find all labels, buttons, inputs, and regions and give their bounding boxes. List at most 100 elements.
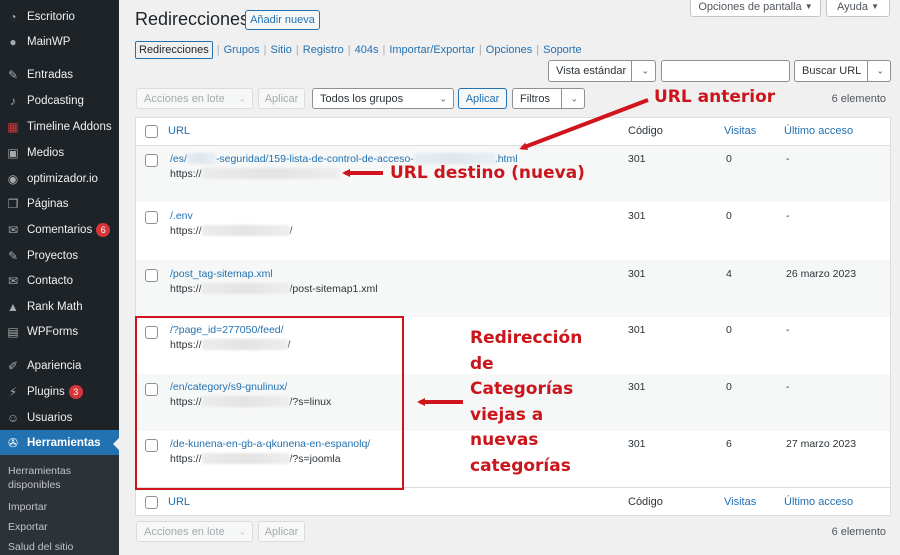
nav-404s[interactable]: 404s (355, 44, 379, 56)
chevron-down-icon: ⌄ (238, 93, 246, 103)
col-hits-footer[interactable]: Visitas (724, 496, 756, 508)
col-hits[interactable]: Visitas (724, 125, 756, 137)
row-checkbox[interactable] (145, 269, 158, 282)
row-hits: 0 (726, 324, 732, 336)
sidebar-item-optimizador[interactable]: ◉ optimizador.io (0, 166, 119, 192)
add-new-button[interactable]: Añadir nueva (245, 10, 320, 30)
target-url: https:/// (170, 225, 293, 237)
filters-button[interactable]: Filtros ⌄ (512, 88, 585, 109)
items-count: 6 elemento (831, 93, 886, 105)
admin-sidebar: ◔ Escritorio ● MainWP ✎ Entradas ♪ Podcastin… (0, 0, 119, 555)
sidebar-item-paginas[interactable]: ❐ Páginas (0, 191, 119, 217)
col-url[interactable]: URL (168, 125, 190, 137)
comments-badge: 6 (96, 223, 111, 237)
redacted-segment (201, 225, 290, 236)
row-code: 301 (628, 438, 646, 450)
annotation-highlight-box (135, 316, 404, 490)
sidebar-item-entradas[interactable]: ✎ Entradas (0, 62, 119, 88)
row-checkbox[interactable] (145, 154, 158, 167)
sidebar-item-rank-math[interactable]: ▲ Rank Math (0, 294, 119, 320)
sidebar-item-usuarios[interactable]: ☺ Usuarios (0, 405, 119, 431)
submenu-herramientas-disponibles[interactable]: Herramientas disponibles (8, 464, 113, 492)
sidebar-item-timeline-addons[interactable]: ▦ Timeline Addons (0, 114, 119, 140)
optimizer-icon: ◉ (7, 172, 19, 186)
source-url[interactable]: /.env (170, 210, 193, 222)
row-last-access: - (786, 153, 790, 165)
plugins-badge: 3 (68, 385, 83, 399)
redacted-segment (201, 283, 290, 294)
col-last-access-footer[interactable]: Último acceso (784, 496, 853, 508)
chevron-down-icon: ⌄ (641, 65, 649, 76)
sidebar-item-comentarios[interactable]: ✉ Comentarios 6 (0, 217, 119, 243)
row-last-access: - (786, 210, 790, 222)
table-header: URL Código Visitas Último acceso (136, 118, 890, 146)
sidebar-item-mainwp[interactable]: ● MainWP (0, 29, 119, 55)
col-url-footer[interactable]: URL (168, 496, 190, 508)
sidebar-item-herramientas[interactable]: ✇ Herramientas (0, 430, 119, 456)
tools-submenu: Herramientas disponibles Importar Export… (0, 455, 119, 555)
row-checkbox[interactable] (145, 211, 158, 224)
annotation-old-url: URL anterior (654, 87, 776, 107)
brush-icon: ✐ (7, 359, 19, 373)
comments-icon: ✉ (7, 223, 19, 237)
nav-soporte[interactable]: Soporte (543, 44, 582, 56)
select-all-checkbox[interactable] (145, 125, 158, 138)
submenu-importar[interactable]: Importar (8, 500, 113, 514)
submenu-exportar[interactable]: Exportar (8, 520, 113, 534)
sidebar-item-proyectos[interactable]: ✎ Proyectos (0, 243, 119, 269)
table-footer-header: URL Código Visitas Último acceso (136, 489, 890, 516)
redacted-segment (201, 168, 340, 179)
nav-redirecciones[interactable]: Redirecciones (135, 41, 213, 59)
sidebar-item-wpforms[interactable]: ▤ WPForms (0, 319, 119, 345)
screen-options-button[interactable]: Opciones de pantalla ▼ (690, 0, 821, 17)
chevron-down-icon: ⌄ (238, 526, 246, 536)
groups-select[interactable]: Todos los grupos ⌄ (312, 88, 454, 109)
plugin-icon: ⚡ (8, 385, 18, 399)
redacted-segment (186, 153, 216, 164)
subsubsub-nav: Redirecciones | Grupos | Sitio | Registro | … (135, 41, 582, 59)
nav-sitio[interactable]: Sitio (271, 44, 292, 56)
search-url-input[interactable] (661, 60, 790, 82)
row-last-access: 26 marzo 2023 (786, 268, 857, 280)
bulk-apply-button[interactable]: Aplicar (258, 88, 305, 109)
microphone-icon: ♪ (10, 94, 16, 108)
source-url[interactable]: /post_tag-sitemap.xml (170, 268, 273, 280)
group-apply-button[interactable]: Aplicar (458, 88, 507, 109)
sidebar-item-contacto[interactable]: ✉ Contacto (0, 268, 119, 294)
sidebar-item-escritorio[interactable]: ◔ Escritorio (0, 4, 119, 30)
target-url: https:///post-sitemap1.xml (170, 283, 378, 295)
annotation-categories: Redirección de Categorías viejas a nueva… (470, 328, 583, 476)
select-all-checkbox-footer[interactable] (145, 496, 158, 509)
nav-opciones[interactable]: Opciones (486, 44, 532, 56)
help-button[interactable]: Ayuda ▼ (826, 0, 890, 17)
submenu-salud-del-sitio[interactable]: Salud del sitio (8, 540, 113, 554)
row-code: 301 (628, 153, 646, 165)
search-url-button[interactable]: Buscar URL ⌄ (794, 60, 891, 82)
bulk-apply-button-bottom[interactable]: Aplicar (258, 521, 305, 542)
table-row: /.env https:/// 301 0 - (136, 202, 890, 260)
bulk-actions-select[interactable]: Acciones en lote ⌄ (136, 88, 253, 109)
sidebar-item-podcasting[interactable]: ♪ Podcasting (0, 88, 119, 114)
sidebar-item-plugins[interactable]: ⚡ Plugins 3 (0, 379, 119, 405)
row-code: 301 (628, 324, 646, 336)
row-hits: 4 (726, 268, 732, 280)
row-code: 301 (628, 381, 646, 393)
nav-grupos[interactable]: Grupos (224, 44, 260, 56)
user-icon: ☺ (6, 411, 20, 425)
forms-icon: ▤ (7, 325, 19, 339)
col-last-access[interactable]: Último acceso (784, 125, 853, 137)
nav-importar-exportar[interactable]: Importar/Exportar (389, 44, 475, 56)
bulk-actions-select-bottom[interactable]: Acciones en lote ⌄ (136, 521, 253, 542)
pages-icon: ❐ (7, 197, 19, 211)
sidebar-item-medios[interactable]: ▣ Medios (0, 140, 119, 166)
col-code: Código (628, 125, 663, 137)
row-last-access: - (786, 324, 790, 336)
row-last-access: 27 marzo 2023 (786, 438, 857, 450)
items-count-bottom: 6 elemento (831, 526, 886, 538)
view-select[interactable]: Vista estándar ⌄ (548, 60, 656, 82)
annotation-new-url: URL destino (nueva) (390, 163, 585, 183)
row-code: 301 (628, 268, 646, 280)
chevron-down-icon: ⌄ (876, 65, 884, 76)
sidebar-item-apariencia[interactable]: ✐ Apariencia (0, 353, 119, 379)
nav-registro[interactable]: Registro (303, 44, 344, 56)
